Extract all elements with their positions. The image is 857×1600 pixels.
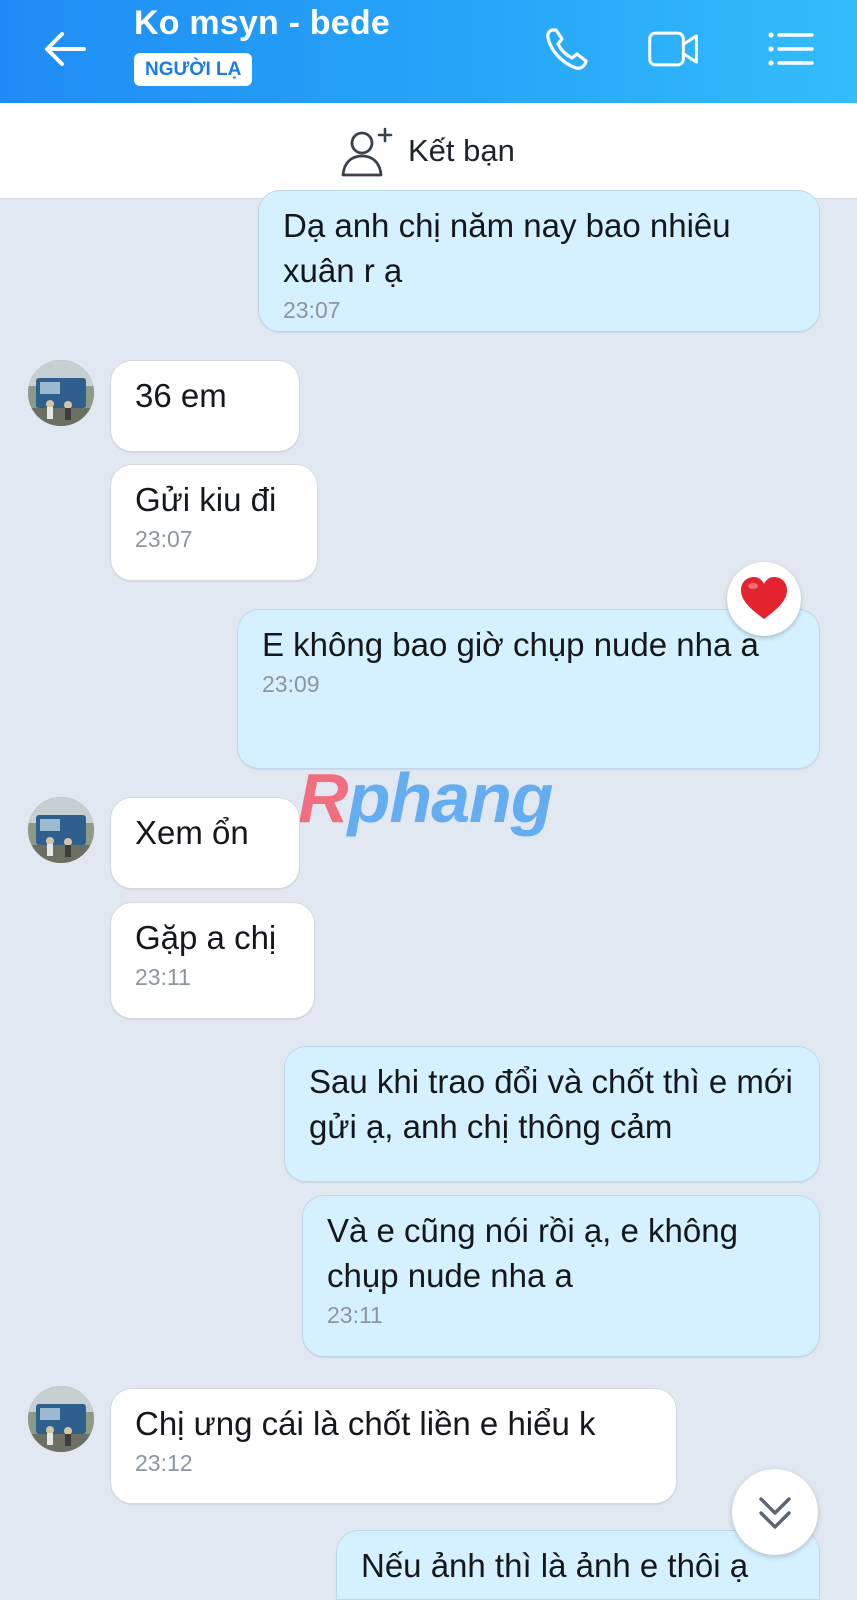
list-menu-icon[interactable] <box>762 22 818 76</box>
message-time: 23:09 <box>262 671 320 697</box>
message-text: Chị ưng cái là chốt liền e hiểu k <box>135 1405 596 1442</box>
message-bubble-outgoing[interactable]: Sau khi trao đổi và chốt thì e mới gửi ạ… <box>284 1046 820 1182</box>
watermark-rest: phang <box>347 759 554 837</box>
watermark-logo: Rphang <box>298 758 554 838</box>
message-time: 23:11 <box>327 1302 383 1328</box>
message-bubble-incoming[interactable]: Gặp a chị 23:11 <box>110 902 315 1019</box>
message-time: 23:07 <box>135 526 193 552</box>
reaction-badge[interactable] <box>727 562 801 636</box>
video-camera-icon[interactable] <box>646 22 702 76</box>
avatar[interactable] <box>28 797 94 863</box>
message-time: 23:11 <box>135 964 191 990</box>
message-text: Nếu ảnh thì là ảnh e thôi ạ <box>361 1547 749 1584</box>
add-friend-icon <box>341 127 393 177</box>
message-bubble-incoming[interactable]: Gửi kiu đi 23:07 <box>110 464 318 581</box>
message-bubble-outgoing[interactable]: Và e cũng nói rồi ạ, e không chụp nude n… <box>302 1195 820 1357</box>
avatar[interactable] <box>28 360 94 426</box>
stranger-badge: NGƯỜI LẠ <box>134 53 253 86</box>
arrow-left-icon[interactable] <box>40 24 90 74</box>
message-text: Sau khi trao đổi và chốt thì e mới gửi ạ… <box>309 1063 793 1145</box>
message-text: Gặp a chị <box>135 919 277 956</box>
scroll-to-bottom-button[interactable] <box>732 1469 818 1555</box>
message-text: Dạ anh chị năm nay bao nhiêu xuân r ạ <box>283 207 731 289</box>
avatar-photo <box>28 360 94 426</box>
message-bubble-incoming[interactable]: Xem ổn <box>110 797 300 889</box>
message-time: 23:12 <box>135 1450 193 1476</box>
phone-icon[interactable] <box>540 22 596 76</box>
contact-name[interactable]: Ko msyn - bede <box>134 4 390 43</box>
message-bubble-incoming[interactable]: 36 em <box>110 360 300 452</box>
message-text: Và e cũng nói rồi ạ, e không chụp nude n… <box>327 1212 738 1294</box>
heart-icon <box>741 577 787 619</box>
add-friend-bar[interactable]: Kết bạn <box>0 103 857 199</box>
avatar-photo <box>28 1386 94 1452</box>
message-bubble-incoming[interactable]: Chị ưng cái là chốt liền e hiểu k 23:12 <box>110 1388 677 1504</box>
watermark-first: R <box>298 759 349 837</box>
message-time: 23:07 <box>283 297 341 323</box>
message-text: E không bao giờ chụp nude nha a <box>262 626 759 663</box>
message-bubble-outgoing[interactable]: Dạ anh chị năm nay bao nhiêu xuân r ạ 23… <box>258 190 820 332</box>
double-chevron-down-icon <box>759 1497 791 1529</box>
avatar-photo <box>28 797 94 863</box>
message-text: Gửi kiu đi <box>135 481 277 518</box>
message-text: Xem ổn <box>135 814 249 851</box>
add-friend-label: Kết bạn <box>408 133 515 168</box>
avatar[interactable] <box>28 1386 94 1452</box>
chat-header: Ko msyn - bede NGƯỜI LẠ <box>0 0 857 103</box>
message-text: 36 em <box>135 377 227 414</box>
